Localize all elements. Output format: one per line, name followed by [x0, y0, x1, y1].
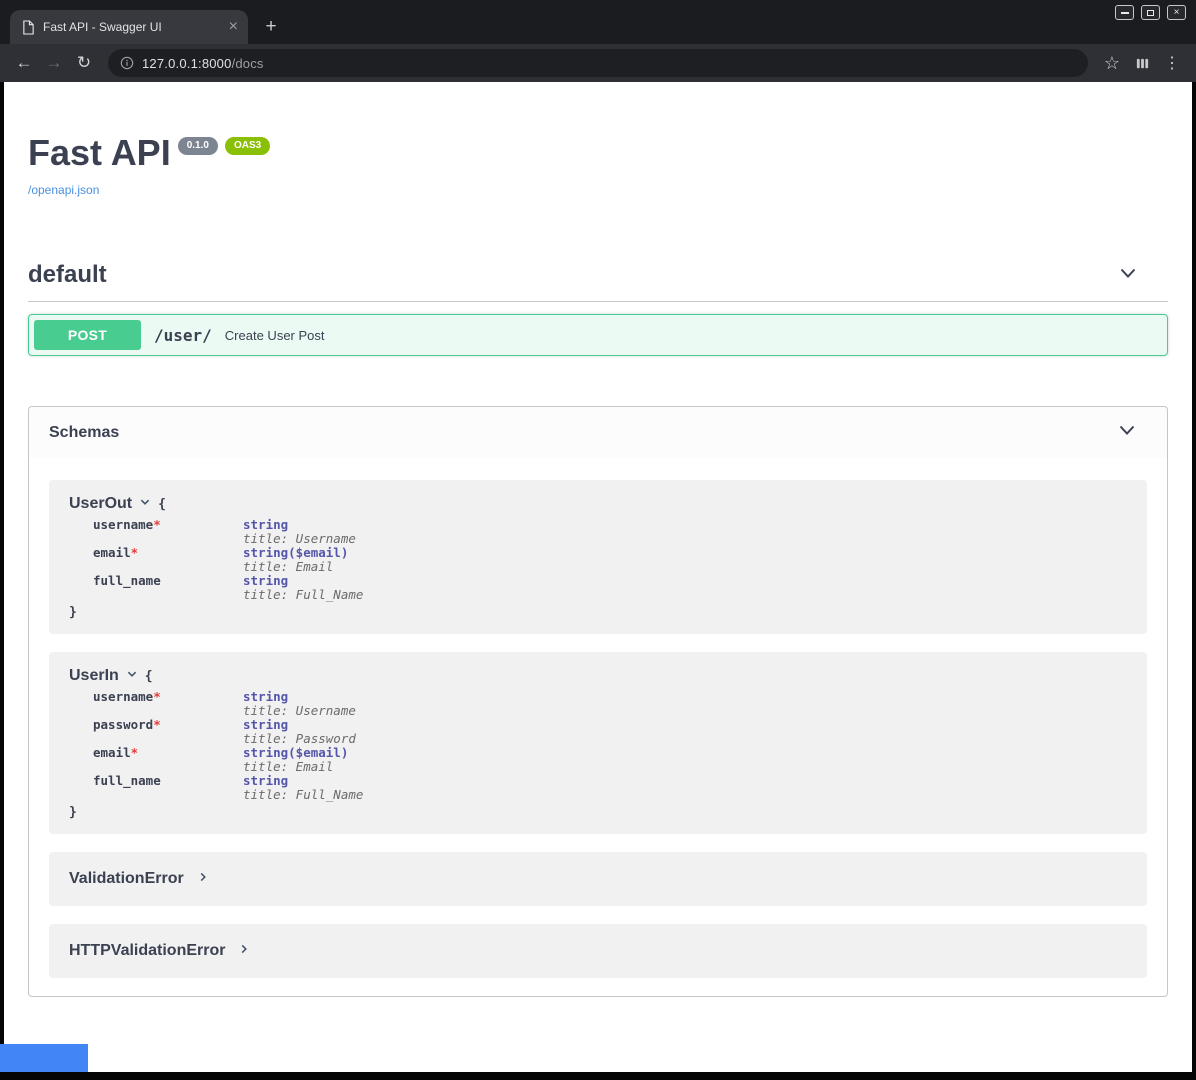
- model-validationerror-toggle[interactable]: ValidationError: [49, 852, 1147, 906]
- window-maximize-button[interactable]: [1141, 5, 1160, 20]
- back-button[interactable]: ←: [10, 49, 38, 77]
- model-userin-toggle[interactable]: UserIn {: [69, 667, 1127, 685]
- prop-type: string: [243, 718, 356, 732]
- close-brace: }: [69, 605, 1127, 620]
- model-properties: username* stringtitle: Username email* s…: [93, 518, 1127, 602]
- prop-name: full_name: [93, 573, 161, 588]
- model-properties: username* stringtitle: Username password…: [93, 690, 1127, 802]
- open-brace: {: [145, 669, 153, 684]
- property-row: email* string($email)title: Email: [93, 546, 1127, 574]
- property-row: password* stringtitle: Password: [93, 718, 1127, 746]
- browser-menu-icon[interactable]: ⋮: [1158, 49, 1186, 77]
- window-close-button[interactable]: ×: [1167, 5, 1186, 20]
- version-badge: 0.1.0: [178, 137, 218, 155]
- chevron-right-icon: [238, 942, 250, 960]
- toolbar-extension-icon[interactable]: [1128, 49, 1156, 77]
- oas-badge: OAS3: [225, 137, 270, 155]
- browser-tab[interactable]: Fast API - Swagger UI ×: [10, 10, 248, 44]
- models-list: UserOut { username* stringtitle: Usernam…: [29, 458, 1167, 996]
- required-star: *: [153, 689, 161, 704]
- model-name: UserIn: [69, 667, 119, 685]
- prop-title: title: Full_Name: [243, 588, 363, 602]
- tab-close-icon[interactable]: ×: [229, 19, 238, 35]
- api-info: Fast API 0.1.0 OAS3 /openapi.json: [28, 134, 1168, 199]
- property-row: username* stringtitle: Username: [93, 518, 1127, 546]
- prop-title: title: Username: [243, 532, 356, 546]
- prop-name: username: [93, 517, 153, 532]
- open-brace: {: [158, 497, 166, 512]
- model-userin: UserIn { username* stringtitle: Username…: [49, 652, 1147, 834]
- property-row: full_name stringtitle: Full_Name: [93, 574, 1127, 602]
- schemas-section: Schemas UserOut {: [28, 406, 1168, 997]
- tag-header-default[interactable]: default: [28, 255, 1168, 302]
- property-row: full_name stringtitle: Full_Name: [93, 774, 1127, 802]
- openapi-spec-link[interactable]: /openapi.json: [28, 183, 99, 197]
- prop-type: string: [243, 774, 363, 788]
- model-userout-toggle[interactable]: UserOut {: [69, 495, 1127, 513]
- required-star: *: [131, 545, 139, 560]
- endpoint-path: /user/: [154, 326, 212, 345]
- site-info-icon[interactable]: [120, 56, 134, 70]
- window-minimize-button[interactable]: [1115, 5, 1134, 20]
- opblock-post-user: POST /user/ Create User Post: [28, 314, 1168, 356]
- swagger-page: Fast API 0.1.0 OAS3 /openapi.json defaul…: [4, 82, 1192, 1072]
- status-bubble: [0, 1044, 88, 1072]
- required-star: *: [153, 717, 161, 732]
- required-star: *: [131, 745, 139, 760]
- property-row: email* string($email)title: Email: [93, 746, 1127, 774]
- endpoint-summary: Create User Post: [225, 328, 325, 343]
- opblock-summary[interactable]: POST /user/ Create User Post: [29, 315, 1167, 355]
- window-controls: ×: [1115, 5, 1186, 20]
- bookmark-star-icon[interactable]: ☆: [1098, 49, 1126, 77]
- prop-title: title: Email: [243, 760, 348, 774]
- chevron-down-icon: [1118, 263, 1138, 288]
- prop-title: title: Email: [243, 560, 348, 574]
- prop-name: email: [93, 545, 131, 560]
- model-name: ValidationError: [69, 870, 184, 888]
- minimize-icon: [1121, 12, 1129, 14]
- model-name: HTTPValidationError: [69, 942, 225, 960]
- prop-title: title: Full_Name: [243, 788, 363, 802]
- prop-name: full_name: [93, 773, 161, 788]
- prop-type: string: [243, 574, 363, 588]
- close-icon: ×: [1174, 8, 1180, 18]
- required-star: *: [153, 517, 161, 532]
- page-title: Fast API: [28, 134, 171, 172]
- reload-button[interactable]: ↻: [70, 49, 98, 77]
- chevron-down-icon: [1117, 420, 1137, 445]
- model-httpvalidationerror-toggle[interactable]: HTTPValidationError: [49, 924, 1147, 978]
- browser-toolbar: ← → ↻ 127.0.0.1:8000/docs ☆ ⋮: [0, 44, 1196, 82]
- model-name: UserOut: [69, 495, 132, 513]
- forward-button[interactable]: →: [40, 49, 68, 77]
- prop-name: username: [93, 689, 153, 704]
- address-bar[interactable]: 127.0.0.1:8000/docs: [108, 49, 1088, 77]
- url-host: 127.0.0.1:8000: [142, 56, 232, 71]
- prop-title: title: Password: [243, 732, 356, 746]
- window-titlebar: Fast API - Swagger UI × + ×: [0, 0, 1196, 44]
- page-favicon-icon: [22, 20, 35, 35]
- maximize-icon: [1147, 10, 1154, 16]
- prop-name: password: [93, 717, 153, 732]
- new-tab-button[interactable]: +: [258, 14, 284, 40]
- chevron-right-icon: [197, 870, 209, 888]
- prop-type: string: [243, 690, 356, 704]
- schemas-header[interactable]: Schemas: [29, 407, 1167, 458]
- prop-type: string: [243, 518, 356, 532]
- property-row: username* stringtitle: Username: [93, 690, 1127, 718]
- prop-name: email: [93, 745, 131, 760]
- tag-title: default: [28, 261, 107, 289]
- close-brace: }: [69, 805, 1127, 820]
- model-userout: UserOut { username* stringtitle: Usernam…: [49, 480, 1147, 634]
- prop-title: title: Username: [243, 704, 356, 718]
- tab-title: Fast API - Swagger UI: [43, 20, 221, 34]
- url-text: 127.0.0.1:8000/docs: [142, 56, 264, 71]
- url-path: /docs: [232, 56, 264, 71]
- prop-type: string($email): [243, 746, 348, 760]
- chevron-down-icon: [126, 667, 138, 685]
- chevron-down-icon: [139, 495, 151, 513]
- tag-section-default: default POST /user/ Create User Post: [28, 255, 1168, 356]
- prop-type: string($email): [243, 546, 348, 560]
- schemas-title: Schemas: [49, 424, 119, 442]
- method-badge: POST: [34, 320, 141, 350]
